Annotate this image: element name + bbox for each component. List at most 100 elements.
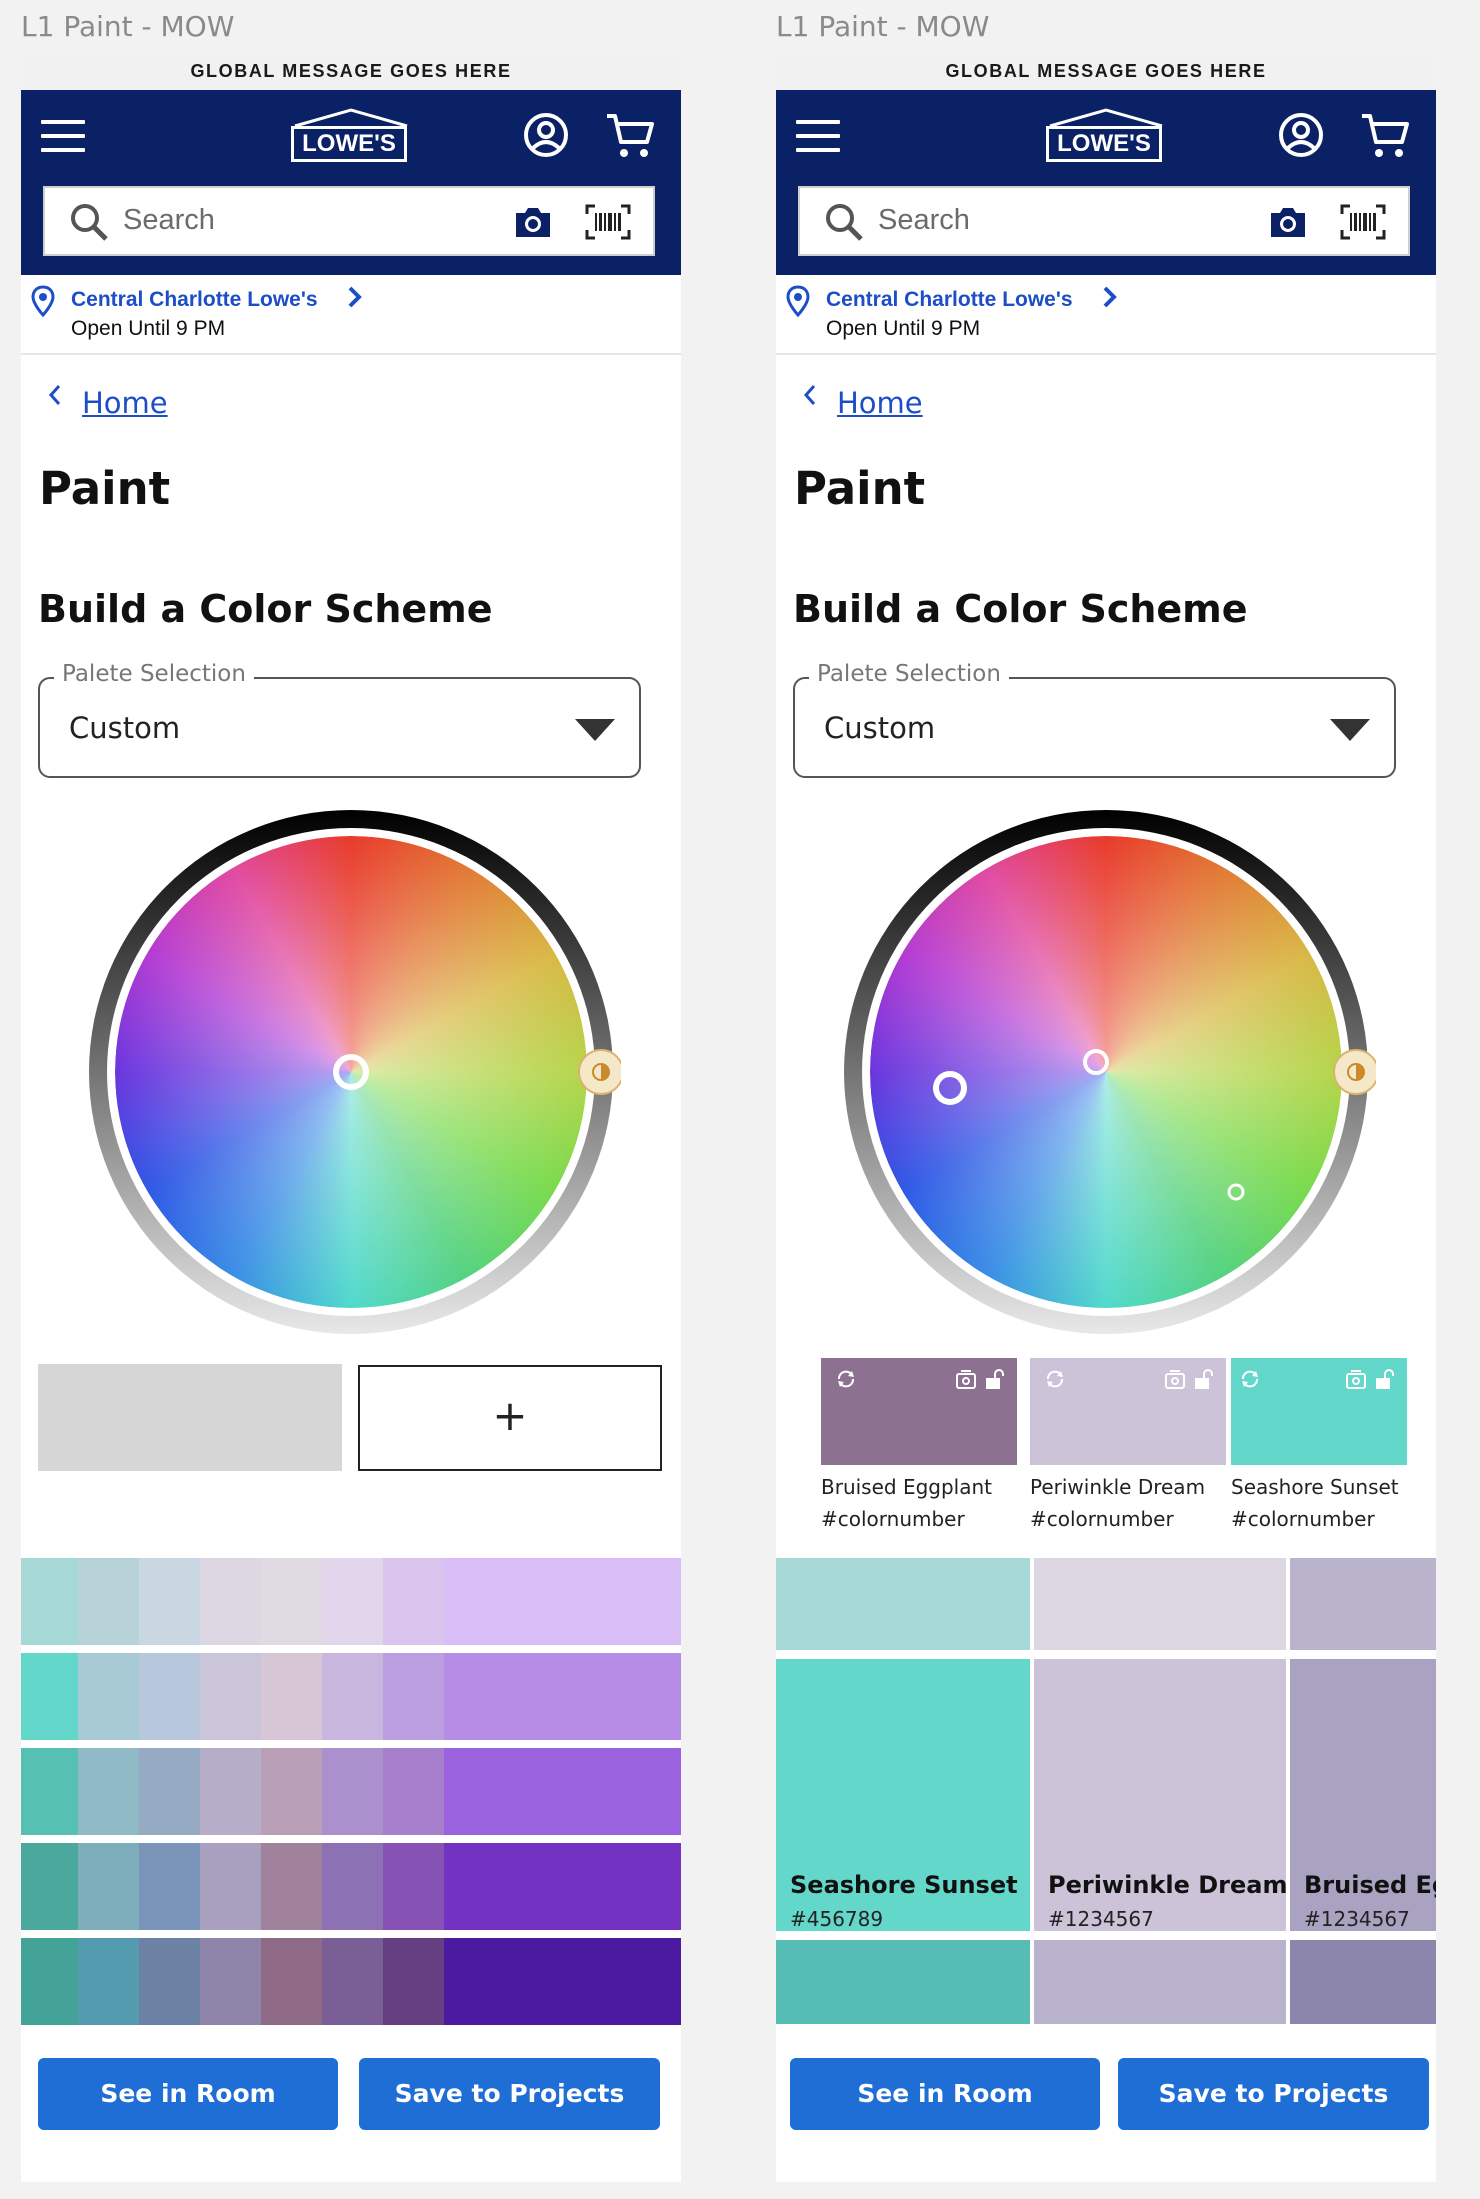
palette-swatch[interactable] <box>78 1653 139 1740</box>
palette-swatch[interactable] <box>444 1558 681 1645</box>
unlock-icon[interactable] <box>983 1368 1005 1390</box>
breadcrumb-home[interactable]: Home <box>82 386 168 420</box>
save-to-projects-button[interactable]: Save to Projects <box>1118 2058 1429 2130</box>
swatch-tile[interactable] <box>1034 1940 1286 2024</box>
unlock-icon[interactable] <box>1192 1368 1214 1390</box>
palette-swatch[interactable] <box>383 1938 444 2025</box>
swatch-tile[interactable] <box>1034 1558 1286 1650</box>
store-selector[interactable]: Central Charlotte Lowe's Open Until 9 PM <box>21 275 681 355</box>
palette-swatch[interactable] <box>322 1938 383 2025</box>
palette-swatch[interactable] <box>261 1653 322 1740</box>
hamburger-menu-icon[interactable] <box>796 120 840 154</box>
swatch-card[interactable]: Seashore Sunset #456789 <box>776 1659 1030 1931</box>
palette-swatch[interactable] <box>322 1653 383 1740</box>
palette-swatch[interactable] <box>21 1748 78 1835</box>
palette-swatch[interactable] <box>444 1653 681 1740</box>
palette-swatch[interactable] <box>139 1558 200 1645</box>
palette-swatch[interactable] <box>21 1843 78 1930</box>
brightness-sun-icon[interactable] <box>578 1049 621 1095</box>
save-to-projects-button[interactable]: Save to Projects <box>359 2058 660 2130</box>
palette-swatch[interactable] <box>383 1653 444 1740</box>
breadcrumb-home[interactable]: Home <box>837 386 923 420</box>
chip-swatch[interactable] <box>1231 1358 1407 1465</box>
scheme-chip[interactable]: Periwinkle Dream #colornumber <box>1030 1358 1226 1531</box>
palette-swatch[interactable] <box>261 1938 322 2025</box>
palette-swatch[interactable] <box>139 1748 200 1835</box>
chip-swatch[interactable] <box>1030 1358 1226 1465</box>
palette-swatch[interactable] <box>322 1748 383 1835</box>
palette-swatch[interactable] <box>383 1558 444 1645</box>
palette-swatch[interactable] <box>78 1938 139 2025</box>
swatch-tile[interactable] <box>776 1558 1030 1650</box>
palette-swatch[interactable] <box>21 1558 78 1645</box>
see-in-room-button[interactable]: See in Room <box>38 2058 338 2130</box>
store-selector[interactable]: Central Charlotte Lowe's Open Until 9 PM <box>776 275 1436 355</box>
palette-swatch[interactable] <box>139 1843 200 1930</box>
palette-swatch[interactable] <box>200 1843 261 1930</box>
brightness-sun-icon[interactable] <box>1333 1049 1376 1095</box>
palette-swatch[interactable] <box>139 1653 200 1740</box>
selected-color-swatch[interactable] <box>38 1364 342 1471</box>
palette-swatch[interactable] <box>383 1748 444 1835</box>
palette-swatch[interactable] <box>78 1843 139 1930</box>
lowes-logo[interactable]: LOWE'S <box>1046 108 1166 166</box>
view-icon[interactable] <box>955 1368 977 1390</box>
swatch-card[interactable]: Periwinkle Dream #1234567 <box>1034 1659 1287 1931</box>
camera-icon[interactable] <box>1268 204 1308 240</box>
refresh-icon[interactable] <box>1044 1368 1066 1390</box>
view-icon[interactable] <box>1164 1368 1186 1390</box>
see-in-room-button[interactable]: See in Room <box>790 2058 1100 2130</box>
palette-swatch[interactable] <box>78 1748 139 1835</box>
chevron-left-icon[interactable] <box>47 382 63 408</box>
palette-swatch[interactable] <box>322 1843 383 1930</box>
swatch-card[interactable]: Bruised Egg #1234567 <box>1290 1659 1436 1931</box>
palette-swatch[interactable] <box>139 1938 200 2025</box>
palette-swatch[interactable] <box>21 1653 78 1740</box>
chevron-right-icon[interactable] <box>1102 284 1118 310</box>
palette-swatch[interactable] <box>200 1748 261 1835</box>
scheme-chip[interactable]: Bruised Eggplant #colornumber <box>821 1358 1017 1531</box>
color-wheel[interactable] <box>836 802 1376 1342</box>
scheme-chip[interactable]: Seashore Sunset #colornumber <box>1231 1358 1407 1531</box>
view-icon[interactable] <box>1345 1368 1367 1390</box>
account-icon[interactable] <box>523 112 569 158</box>
palette-swatch[interactable] <box>383 1843 444 1930</box>
search-input[interactable]: Search <box>798 186 1410 256</box>
palette-swatch[interactable] <box>261 1558 322 1645</box>
search-input[interactable]: Search <box>43 186 655 256</box>
camera-icon[interactable] <box>513 204 553 240</box>
palette-selection-dropdown[interactable]: Palete Selection Custom <box>793 661 1396 778</box>
chevron-left-icon[interactable] <box>802 382 818 408</box>
palette-swatch[interactable] <box>444 1748 681 1835</box>
palette-swatch[interactable] <box>444 1938 681 2025</box>
add-color-button[interactable]: + <box>358 1365 662 1471</box>
palette-selection-dropdown[interactable]: Palete Selection Custom <box>38 661 641 778</box>
store-name[interactable]: Central Charlotte Lowe's <box>71 288 318 312</box>
swatch-tile[interactable] <box>776 1940 1030 2024</box>
refresh-icon[interactable] <box>1239 1368 1261 1390</box>
palette-swatch[interactable] <box>261 1748 322 1835</box>
palette-swatch[interactable] <box>261 1843 322 1930</box>
palette-swatch[interactable] <box>200 1558 261 1645</box>
barcode-scan-icon[interactable] <box>585 204 631 240</box>
palette-swatch[interactable] <box>322 1558 383 1645</box>
hamburger-menu-icon[interactable] <box>41 120 85 154</box>
palette-swatch[interactable] <box>21 1938 78 2025</box>
palette-swatch[interactable] <box>200 1653 261 1740</box>
unlock-icon[interactable] <box>1373 1368 1395 1390</box>
palette-swatch[interactable] <box>444 1843 681 1930</box>
account-icon[interactable] <box>1278 112 1324 158</box>
chevron-right-icon[interactable] <box>347 284 363 310</box>
color-wheel[interactable] <box>81 802 621 1342</box>
lowes-logo[interactable]: LOWE'S <box>291 108 411 166</box>
refresh-icon[interactable] <box>835 1368 857 1390</box>
cart-icon[interactable] <box>605 112 655 160</box>
palette-swatch[interactable] <box>200 1938 261 2025</box>
barcode-scan-icon[interactable] <box>1340 204 1386 240</box>
swatch-tile[interactable] <box>1290 1558 1436 1650</box>
palette-swatch[interactable] <box>78 1558 139 1645</box>
swatch-tile[interactable] <box>1290 1940 1436 2024</box>
cart-icon[interactable] <box>1360 112 1410 160</box>
chip-swatch[interactable] <box>821 1358 1017 1465</box>
store-name[interactable]: Central Charlotte Lowe's <box>826 288 1073 312</box>
